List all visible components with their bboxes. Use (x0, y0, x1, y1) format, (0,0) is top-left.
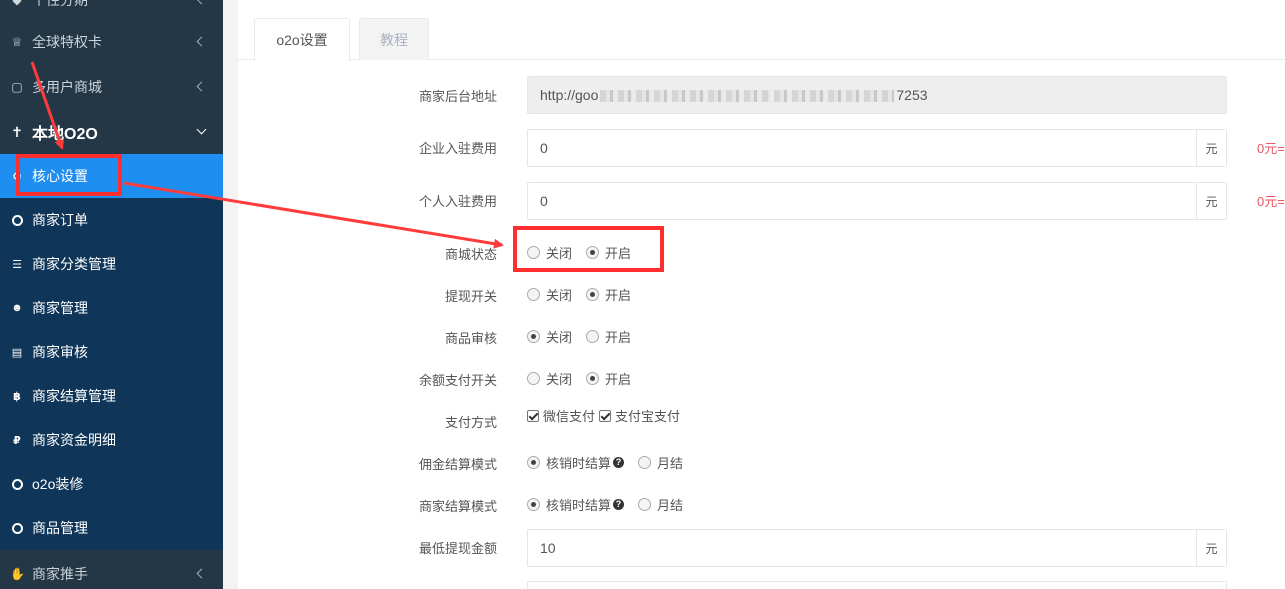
radio-commission-monthly[interactable]: 月结 (638, 453, 683, 472)
shop-icon: ▢ (11, 80, 23, 94)
label-withdraw-switch: 提现开关 (444, 289, 497, 304)
users-icon: ☻ (11, 302, 23, 314)
unit-addon: 元 (1196, 183, 1226, 219)
backend-url-field: http://goo 7253 (527, 76, 1227, 114)
chevron-down-icon (196, 124, 207, 135)
sidebar-item-merchant-orders[interactable]: 商家订单 (0, 198, 223, 242)
commission-mode-radios: 核销时结算? 月结 (527, 453, 697, 472)
tag-icon: ◆ (12, 0, 22, 7)
circle-icon (10, 478, 24, 490)
chevron-left-icon (196, 81, 207, 92)
label-pay-method: 支付方式 (444, 415, 497, 430)
hand-icon: ✋ (10, 567, 25, 581)
question-icon[interactable]: ? (613, 457, 625, 468)
sidebar-item-product-manage[interactable]: 商品管理 (0, 506, 223, 550)
label-mall-status: 商城状态 (444, 247, 497, 262)
blurred-text (774, 90, 895, 103)
product-review-radios: 关闭 开启 (527, 327, 645, 346)
list-icon: ☰ (12, 258, 22, 271)
label-personal-fee: 个人入驻费用 (418, 194, 497, 209)
radio-commission-verify[interactable]: 核销时结算? (527, 453, 625, 472)
sidebar-item-merchant-promoter[interactable]: ✋ 商家推手 (0, 552, 223, 589)
radio-balance-off[interactable]: 关闭 (527, 369, 572, 388)
sidebar-item-multi-mall[interactable]: ▢ 多用户商城 (0, 65, 223, 109)
withdraw-switch-radios: 关闭 开启 (527, 285, 645, 304)
sidebar-item-installment[interactable]: ◆ 个性分期 (0, 0, 223, 22)
annotation-box-core-settings (16, 154, 122, 196)
chevron-left-icon (196, 0, 207, 5)
sidebar: ◆ 个性分期 ♕ 全球特权卡 ▢ 多用户商城 ✝ 本地O2O ⚙ 核心设置 商家… (0, 0, 223, 589)
label-balance-pay: 余额支付开关 (418, 373, 497, 388)
tab-o2o-settings[interactable]: o2o设置 (254, 18, 350, 61)
tab-tutorial[interactable]: 教程 (359, 18, 429, 60)
question-icon[interactable]: ? (613, 499, 625, 510)
radio-merchant-monthly[interactable]: 月结 (638, 495, 683, 514)
radio-review-on[interactable]: 开启 (586, 327, 631, 346)
label-min-withdraw: 最低提现金额 (418, 541, 497, 556)
sidebar-item-o2o-decor[interactable]: o2o装修 (0, 462, 223, 506)
sidebar-item-local-o2o[interactable]: ✝ 本地O2O (0, 110, 223, 154)
company-fee-input[interactable]: 0 元 (527, 129, 1227, 167)
radio-balance-on[interactable]: 开启 (586, 369, 631, 388)
personal-fee-hint: 0元= (1257, 194, 1285, 209)
unit-addon: 元 (1196, 530, 1226, 566)
min-withdraw-input[interactable]: 10 元 (527, 529, 1227, 567)
radio-review-off[interactable]: 关闭 (527, 327, 572, 346)
sidebar-item-privilege-card[interactable]: ♕ 全球特权卡 (0, 20, 223, 64)
unit-addon: 元 (1196, 130, 1226, 166)
tab-bar: o2o设置 教程 (238, 0, 1285, 61)
company-fee-hint: 0元= (1257, 141, 1285, 156)
radio-withdraw-on[interactable]: 开启 (586, 285, 631, 304)
sidebar-item-merchant-settlement[interactable]: ฿ 商家结算管理 (0, 374, 223, 418)
label-company-fee: 企业入驻费用 (418, 141, 497, 156)
id-card-icon: ▤ (11, 346, 23, 359)
radio-merchant-verify[interactable]: 核销时结算? (527, 495, 625, 514)
pin-icon: ✝ (11, 123, 23, 140)
chevron-left-icon (196, 36, 207, 47)
personal-fee-input[interactable]: 0 元 (527, 182, 1227, 220)
label-product-review: 商品审核 (444, 331, 497, 346)
circle-icon (10, 214, 24, 226)
ruble-icon: ₽ (13, 434, 21, 447)
crown-icon: ♕ (11, 35, 23, 49)
merchant-mode-radios: 核销时结算? 月结 (527, 495, 697, 514)
sidebar-item-merchant-manage[interactable]: ☻ 商家管理 (0, 286, 223, 330)
label-merchant-mode: 商家结算模式 (418, 499, 497, 514)
annotation-box-mall-status (513, 226, 664, 272)
sidebar-item-merchant-funds[interactable]: ₽ 商家资金明细 (0, 418, 223, 462)
blurred-text (600, 90, 771, 103)
submenu-o2o: ⚙ 核心设置 商家订单 ☰ 商家分类管理 ☻ 商家管理 ▤ 商家审核 ฿ 商家结… (0, 154, 223, 550)
balance-pay-radios: 关闭 开启 (527, 369, 645, 388)
bitcoin-icon: ฿ (13, 390, 21, 403)
circle-icon (10, 522, 24, 534)
label-backend-url: 商家后台地址 (418, 89, 497, 104)
sidebar-item-merchant-review[interactable]: ▤ 商家审核 (0, 330, 223, 374)
sidebar-item-merchant-category[interactable]: ☰ 商家分类管理 (0, 242, 223, 286)
chevron-left-icon (196, 568, 207, 579)
radio-withdraw-off[interactable]: 关闭 (527, 285, 572, 304)
pay-method-checkboxes: 微信支付 支付宝支付 (527, 406, 684, 425)
checkbox-wechat-pay[interactable]: 微信支付 (527, 406, 595, 425)
label-commission-mode: 佣金结算模式 (418, 457, 497, 472)
checkbox-alipay[interactable]: 支付宝支付 (599, 406, 680, 425)
main-panel: o2o设置 教程 商家后台地址 http://goo 7253 企业入驻费用 0 … (238, 0, 1285, 589)
next-field-partial[interactable] (527, 581, 1227, 589)
